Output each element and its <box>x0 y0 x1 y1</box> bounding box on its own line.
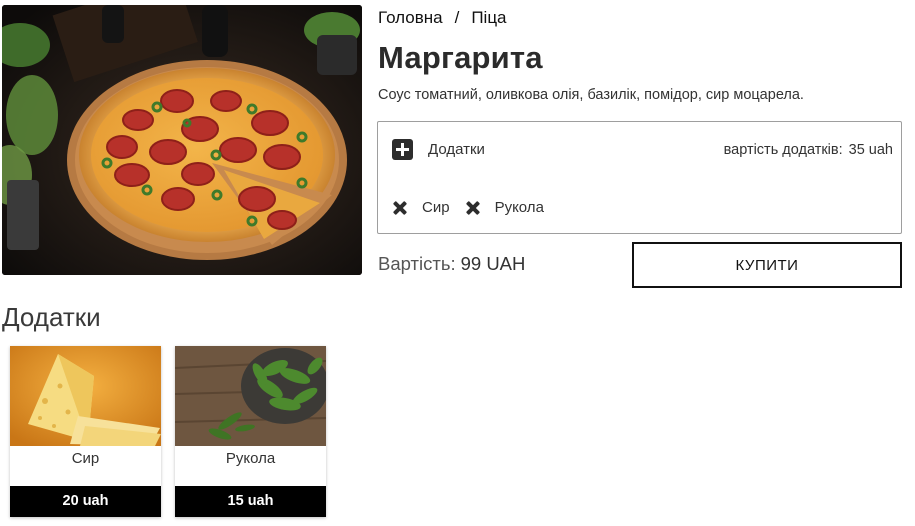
addon-name: Рукола <box>225 450 276 467</box>
price-value: 99 UAH <box>460 253 526 274</box>
addons-cost: вартість додатків: 35 uah <box>724 142 893 158</box>
selected-addon-label: Сир <box>422 199 450 216</box>
breadcrumb-home-link[interactable]: Головна <box>378 8 443 28</box>
addon-price: 20 uah <box>10 486 161 517</box>
addon-name: Сир <box>71 450 100 467</box>
addons-toggle[interactable]: Додатки <box>392 139 485 160</box>
product-image <box>2 5 362 275</box>
addon-card-cheese[interactable]: Сир 20 uah <box>10 346 161 517</box>
addons-cost-label: вартість додатків: <box>723 142 843 158</box>
addons-section-title: Додатки <box>2 302 101 332</box>
price-label: Вартість: <box>378 253 456 274</box>
selected-addons-box: Додатки вартість додатків: 35 uah Сир Рук… <box>377 121 902 234</box>
selected-addon-label: Рукола <box>494 199 544 216</box>
addon-price: 15 uah <box>175 486 326 517</box>
selected-addon-chips: Сир Рукола <box>393 199 560 216</box>
breadcrumb: Головна / Піца <box>378 8 507 28</box>
addon-image-arugula <box>175 346 326 446</box>
selected-addon-chip: Сир <box>393 199 450 216</box>
plus-square-icon[interactable] <box>392 139 413 160</box>
selected-addon-chip: Рукола <box>466 199 544 216</box>
addon-image-cheese <box>10 346 161 446</box>
close-icon[interactable] <box>466 201 480 215</box>
product-title: Маргарита <box>378 40 543 75</box>
price-line: Вартість: 99 UAH <box>378 253 525 275</box>
addons-toggle-label: Додатки <box>428 141 485 158</box>
buy-button[interactable]: КУПИТИ <box>632 242 902 288</box>
addons-cost-value: 35 uah <box>848 142 893 158</box>
breadcrumb-category-link[interactable]: Піца <box>471 8 506 28</box>
breadcrumb-separator: / <box>454 8 460 27</box>
addon-card-arugula[interactable]: Рукола 15 uah <box>175 346 326 517</box>
close-icon[interactable] <box>393 201 407 215</box>
product-description: Соус томатний, оливкова олія, базилік, п… <box>378 87 804 103</box>
